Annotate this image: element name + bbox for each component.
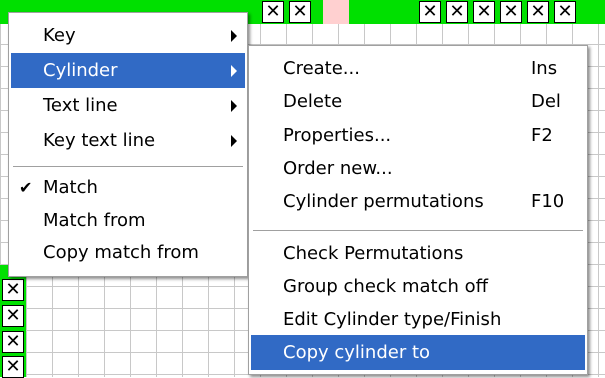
menu-item-copy-match-from[interactable]: Copy match from <box>11 235 245 270</box>
menu-item-label: Properties... <box>283 125 392 146</box>
menu-item-properties[interactable]: Properties... F2 <box>251 118 585 153</box>
menu-item-label: Check Permutations <box>283 243 464 264</box>
grid-cell-mark[interactable]: ✕ <box>289 1 311 23</box>
menu-item-label: Delete <box>283 91 343 112</box>
cylinder-submenu: Create... Ins Delete Del Properties... F… <box>248 45 588 375</box>
menu-item-label: Text line <box>43 95 118 116</box>
menu-item-cylinder-permutations[interactable]: Cylinder permutations F10 <box>251 184 585 219</box>
context-menu: Key Cylinder Text line Key text line ✔ M… <box>8 12 248 277</box>
grid-cell-mark[interactable]: ✕ <box>446 1 468 23</box>
grid-cell-mark[interactable]: ✕ <box>419 1 441 23</box>
menu-item-shortcut: Ins <box>531 58 558 79</box>
menu-separator <box>13 166 243 168</box>
menu-item-edit-cylinder-type-finish[interactable]: Edit Cylinder type/Finish <box>251 302 585 337</box>
menu-item-check-permutations[interactable]: Check Permutations <box>251 236 585 271</box>
menu-item-delete[interactable]: Delete Del <box>251 84 585 119</box>
submenu-arrow-icon <box>231 30 237 42</box>
menu-item-shortcut: Del <box>531 91 561 112</box>
menu-item-order-new[interactable]: Order new... <box>251 151 585 186</box>
grid-cell-mark[interactable]: ✕ <box>500 1 522 23</box>
check-icon: ✔ <box>19 178 33 197</box>
menu-item-group-check-match-off[interactable]: Group check match off <box>251 269 585 304</box>
grid-cell-mark[interactable]: ✕ <box>554 1 576 23</box>
menu-item-key[interactable]: Key <box>11 18 245 53</box>
grid-cell-mark[interactable]: ✕ <box>262 1 284 23</box>
menu-item-match[interactable]: ✔ Match <box>11 170 245 205</box>
submenu-arrow-icon <box>231 100 237 112</box>
menu-item-shortcut: F2 <box>531 125 553 146</box>
menu-item-label: Create... <box>283 58 360 79</box>
menu-item-label: Copy cylinder to <box>283 342 431 363</box>
grid-cell-mark[interactable]: ✕ <box>2 331 24 353</box>
menu-item-label: Cylinder permutations <box>283 191 484 212</box>
menu-item-label: Match from <box>43 210 146 231</box>
grid-cell-mark[interactable]: ✕ <box>2 305 24 327</box>
menu-item-label: Cylinder <box>43 60 118 81</box>
submenu-arrow-icon <box>231 65 237 77</box>
menu-item-create[interactable]: Create... Ins <box>251 51 585 86</box>
menu-item-label: Edit Cylinder type/Finish <box>283 309 502 330</box>
menu-item-text-line[interactable]: Text line <box>11 88 245 123</box>
menu-item-match-from[interactable]: Match from <box>11 203 245 238</box>
menu-item-label: Copy match from <box>43 242 199 263</box>
menu-item-label: Group check match off <box>283 276 489 297</box>
menu-item-label: Key <box>43 25 76 46</box>
grid-cell-mark[interactable]: ✕ <box>2 356 24 378</box>
menu-item-copy-cylinder-to[interactable]: Copy cylinder to <box>251 335 585 370</box>
menu-item-label: Order new... <box>283 158 393 179</box>
menu-separator <box>253 230 583 232</box>
grid-cell-mark[interactable]: ✕ <box>527 1 549 23</box>
menu-item-label: Match <box>43 177 98 198</box>
menu-item-shortcut: F10 <box>531 191 565 212</box>
grid-cell-mark[interactable]: ✕ <box>473 1 495 23</box>
menu-item-key-text-line[interactable]: Key text line <box>11 123 245 158</box>
grid-cell-mark[interactable]: ✕ <box>2 279 24 301</box>
submenu-arrow-icon <box>231 135 237 147</box>
menu-item-label: Key text line <box>43 130 156 151</box>
grid-pink-column <box>323 0 349 24</box>
menu-item-cylinder[interactable]: Cylinder <box>11 53 245 88</box>
